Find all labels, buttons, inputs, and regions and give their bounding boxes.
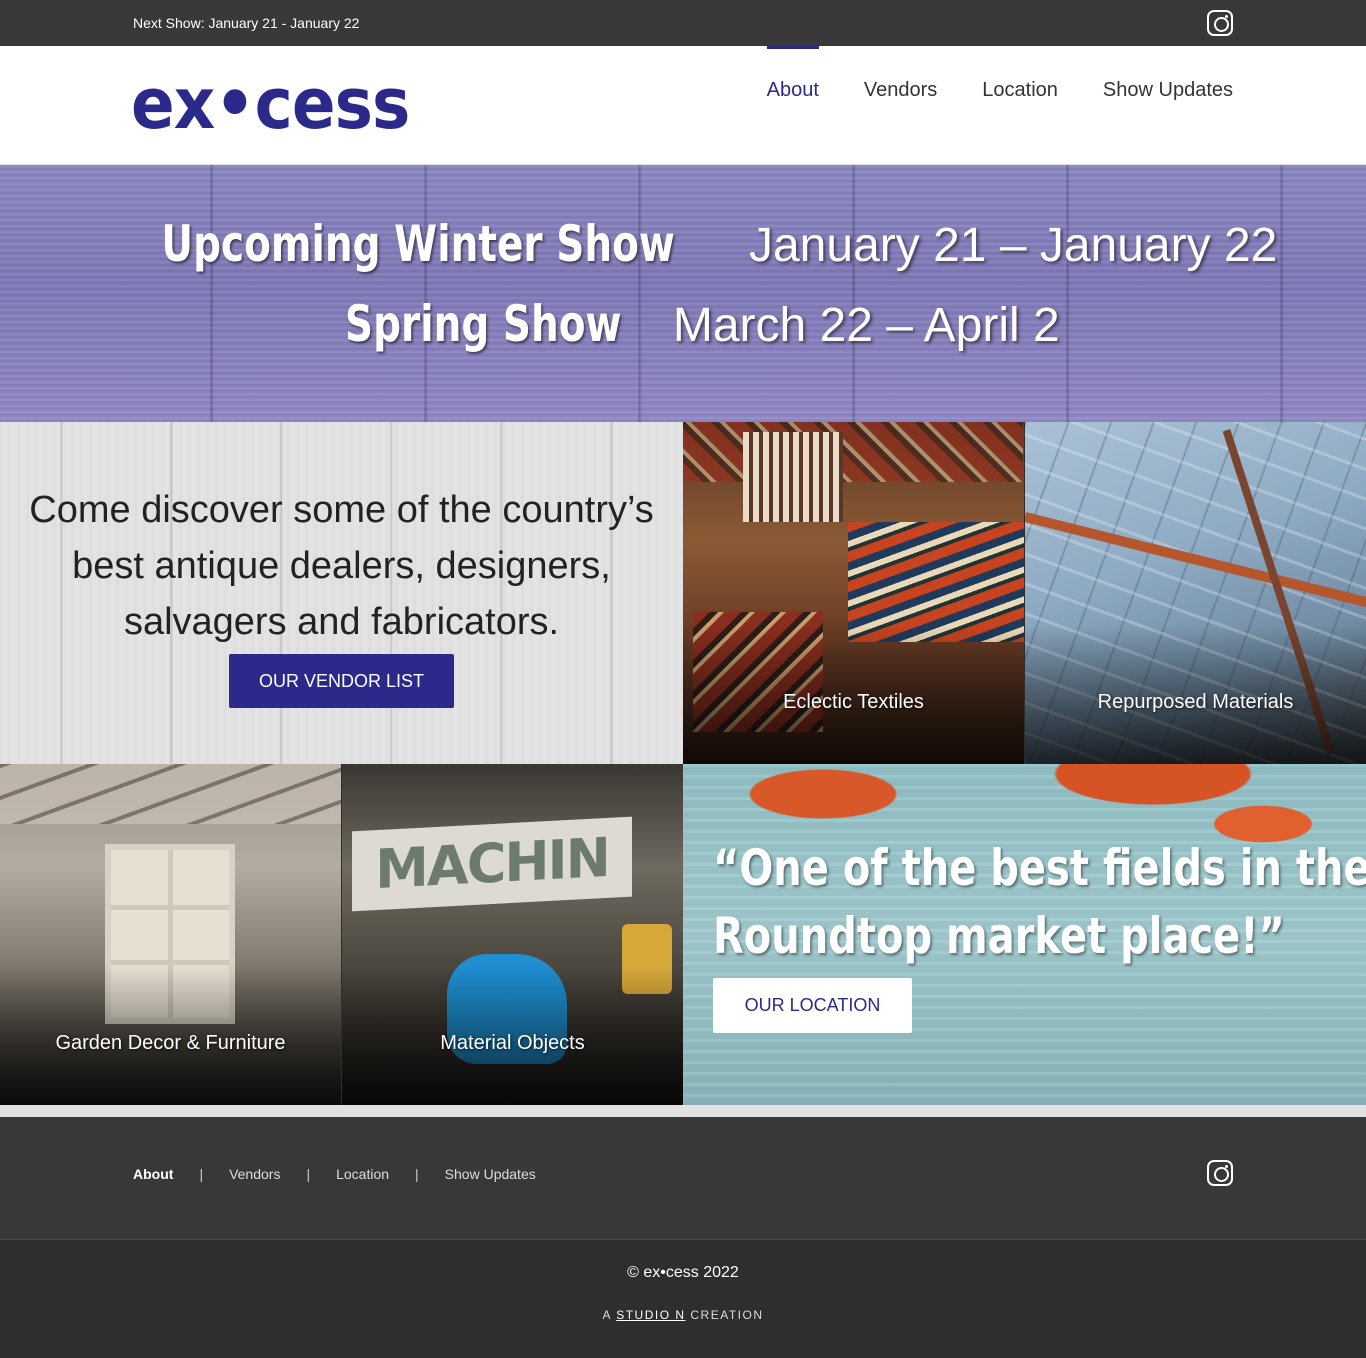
nav-about[interactable]: About	[766, 46, 820, 165]
footer-divider: |	[415, 1166, 419, 1182]
textiles-photo-detail	[693, 612, 823, 732]
top-bar: Next Show: January 21 - January 22	[0, 0, 1366, 46]
category-garden-decor[interactable]: Garden Decor & Furniture	[0, 764, 341, 1105]
credit-prefix: A	[602, 1308, 617, 1322]
studio-n-link[interactable]: STUDIO N	[616, 1308, 685, 1322]
site-header: ex•cess About Vendors Location Show Upda…	[0, 46, 1366, 165]
our-location-button[interactable]: OUR LOCATION	[713, 978, 912, 1033]
category-label: Material Objects	[440, 1032, 585, 1054]
textiles-photo-detail	[743, 432, 843, 522]
site-logo[interactable]: ex•cess	[131, 64, 410, 144]
instagram-icon[interactable]	[1207, 10, 1233, 36]
quote-panel: “One of the best fields in the Roundtop …	[683, 764, 1366, 1105]
footer-bottom: © ex•cess 2022 A STUDIO N CREATION	[0, 1241, 1366, 1358]
site-footer: About | Vendors | Location | Show Update…	[0, 1117, 1366, 1240]
nav-vendors[interactable]: Vendors	[864, 46, 937, 165]
garden-photo-detail	[0, 764, 341, 824]
footer-divider: |	[306, 1166, 311, 1182]
category-label: Repurposed Materials	[1097, 691, 1294, 713]
quote-line-1: “One of the best fields in the	[713, 839, 1366, 897]
winter-show-dates: January 21 – January 22	[748, 219, 1278, 272]
testimonial-quote: “One of the best fields in the Roundtop …	[713, 834, 1366, 970]
machinery-sign: MACHIN	[352, 816, 632, 912]
credit-line: A STUDIO N CREATION	[0, 1308, 1366, 1322]
category-eclectic-textiles[interactable]: Eclectic Textiles	[683, 422, 1024, 764]
textiles-photo-detail	[848, 522, 1024, 642]
footer-nav-vendors[interactable]: Vendors	[229, 1166, 280, 1182]
footer-divider: |	[199, 1166, 204, 1182]
main-nav: About Vendors Location Show Updates	[722, 46, 1233, 165]
quote-line-2: Roundtop market place!”	[713, 907, 1285, 965]
vendor-list-button[interactable]: OUR VENDOR LIST	[229, 654, 454, 708]
footer-nav-location[interactable]: Location	[336, 1166, 389, 1182]
footer-nav: About | Vendors | Location | Show Update…	[133, 1166, 536, 1182]
category-label: Eclectic Textiles	[783, 691, 924, 713]
intro-text: Come discover some of the country’s best…	[29, 489, 654, 643]
hero-show-row-1: Upcoming Winter Show January 21 – Januar…	[0, 215, 1366, 273]
hero-show-row-2: Spring Show March 22 – April 2	[0, 295, 1366, 353]
category-repurposed-materials[interactable]: Repurposed Materials	[1025, 422, 1366, 764]
footer-nav-show-updates[interactable]: Show Updates	[445, 1166, 536, 1182]
next-show-text: Next Show: January 21 - January 22	[133, 15, 360, 31]
category-material-objects[interactable]: MACHIN Material Objects	[342, 764, 683, 1105]
spring-show-dates: March 22 – April 2	[672, 299, 1060, 352]
intro-panel: Come discover some of the country’s best…	[0, 422, 683, 764]
copyright-text: © ex•cess 2022	[627, 1264, 739, 1281]
textiles-photo-detail	[683, 422, 1023, 482]
repurposed-photo-detail	[1025, 512, 1366, 609]
nav-location[interactable]: Location	[982, 46, 1058, 165]
hero-banner: Upcoming Winter Show January 21 – Januar…	[0, 165, 1366, 422]
instagram-icon[interactable]	[1207, 1160, 1233, 1186]
winter-show-title: Upcoming Winter Show	[161, 215, 675, 273]
category-label: Garden Decor & Furniture	[55, 1032, 286, 1054]
nav-show-updates[interactable]: Show Updates	[1103, 46, 1233, 165]
material-photo-detail	[622, 924, 672, 994]
spring-show-title: Spring Show	[345, 295, 622, 353]
section-divider	[0, 1105, 1366, 1117]
footer-nav-about[interactable]: About	[133, 1166, 173, 1182]
garden-photo-detail	[105, 844, 235, 1024]
credit-suffix: CREATION	[685, 1308, 764, 1322]
